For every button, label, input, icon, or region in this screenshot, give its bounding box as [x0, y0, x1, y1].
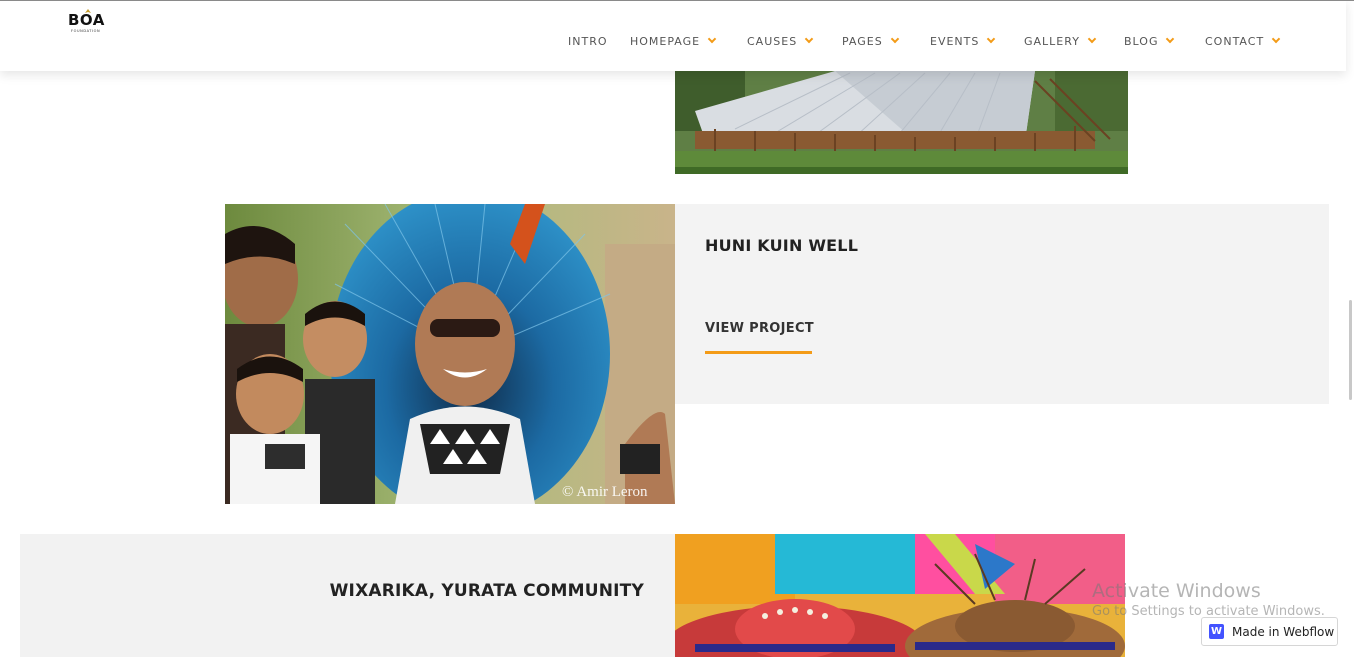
nav-item-label: GALLERY: [1024, 34, 1080, 48]
activate-title: Activate Windows: [1092, 580, 1261, 602]
image-caption: © Amir Leron: [562, 484, 648, 500]
chevron-down-icon: [707, 34, 717, 44]
site-header: BOA FOUNDATION INTRO HOMEPAGE CAUSES PAG…: [0, 0, 1346, 71]
webflow-logo-icon: W: [1209, 624, 1224, 639]
chevron-down-icon: [1166, 34, 1175, 44]
nav-item-label: BLOG: [1124, 34, 1159, 48]
nav-item-homepage[interactable]: HOMEPAGE: [630, 34, 717, 48]
top-border: [0, 0, 1354, 1]
nav-item-label: HOMEPAGE: [630, 34, 701, 48]
chevron-down-icon: [987, 34, 996, 44]
nav-item-label: EVENTS: [930, 34, 980, 48]
logo-emblem-icon: [85, 9, 91, 13]
chevron-down-icon: [804, 34, 814, 44]
project-title: WIXARIKA, YURATA COMMUNITY: [329, 581, 644, 601]
project-card-wixarika: WIXARIKA, YURATA COMMUNITY: [20, 534, 675, 657]
wixarika-photo: [675, 534, 1125, 657]
scrollbar-thumb[interactable]: [1349, 300, 1352, 400]
webflow-label: Made in Webflow: [1232, 624, 1335, 639]
chevron-down-icon: [890, 34, 899, 44]
made-in-webflow-badge[interactable]: W Made in Webflow: [1201, 617, 1338, 646]
nav-item-pages[interactable]: PAGES: [842, 34, 899, 48]
activate-windows-watermark: Activate Windows Go to Settings to activ…: [1092, 580, 1342, 619]
nav-item-label: CAUSES: [747, 34, 798, 48]
project-image-huni-kuin[interactable]: © Amir Leron: [225, 204, 675, 504]
site-logo[interactable]: BOA FOUNDATION: [68, 8, 112, 38]
chevron-down-icon: [1271, 34, 1281, 44]
nav-item-gallery[interactable]: GALLERY: [1024, 34, 1097, 48]
construction-photo: [675, 71, 1128, 174]
nav-item-label: CONTACT: [1205, 34, 1265, 48]
nav-item-contact[interactable]: CONTACT: [1205, 34, 1281, 48]
project-card-huni-kuin: HUNI KUIN WELL VIEW PROJECT: [675, 204, 1329, 404]
nav-item-blog[interactable]: BLOG: [1124, 34, 1175, 48]
nav-item-intro[interactable]: INTRO: [568, 34, 608, 48]
nav-item-events[interactable]: EVENTS: [930, 34, 996, 48]
project-title: HUNI KUIN WELL: [705, 236, 859, 255]
nav-item-label: INTRO: [568, 34, 608, 48]
logo-subtext: FOUNDATION: [71, 29, 101, 33]
page: BOA FOUNDATION INTRO HOMEPAGE CAUSES PAG…: [0, 0, 1354, 657]
chevron-down-icon: [1087, 34, 1097, 44]
project-image-construction[interactable]: [675, 71, 1128, 174]
huni-kuin-photo: © Amir Leron: [225, 204, 675, 504]
project-image-wixarika[interactable]: [675, 534, 1125, 657]
nav-item-causes[interactable]: CAUSES: [747, 34, 814, 48]
nav-item-label: PAGES: [842, 34, 883, 48]
link-underline: [705, 351, 812, 354]
view-project-link[interactable]: VIEW PROJECT: [705, 321, 814, 336]
